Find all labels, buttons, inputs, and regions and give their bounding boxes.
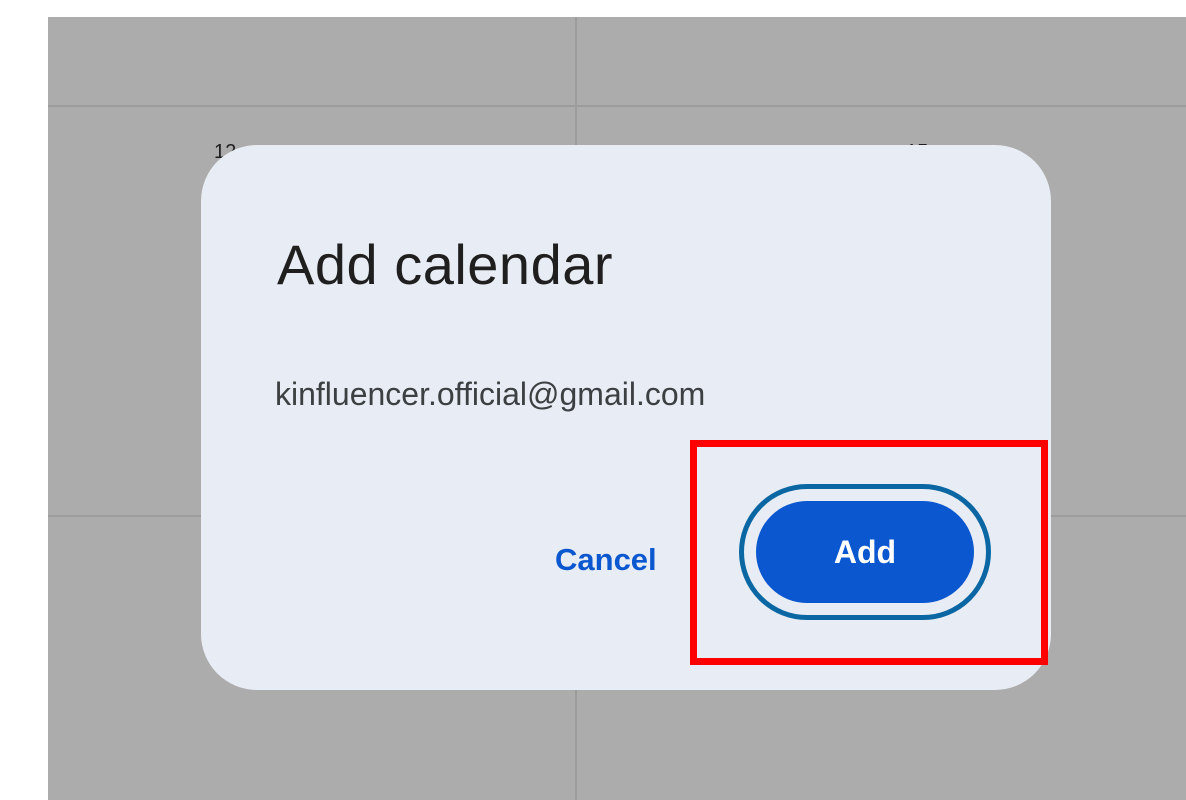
- add-button[interactable]: Add: [756, 501, 974, 603]
- dialog-title: Add calendar: [277, 233, 614, 296]
- add-button-focus-ring: Add: [739, 484, 991, 620]
- grid-line: [48, 105, 1186, 107]
- screen: 12 15 Add calendar kinfluencer.official@…: [0, 0, 1186, 800]
- cancel-button[interactable]: Cancel: [555, 535, 685, 585]
- calendar-email: kinfluencer.official@gmail.com: [275, 376, 706, 412]
- add-calendar-dialog: Add calendar kinfluencer.official@gmail.…: [201, 145, 1051, 690]
